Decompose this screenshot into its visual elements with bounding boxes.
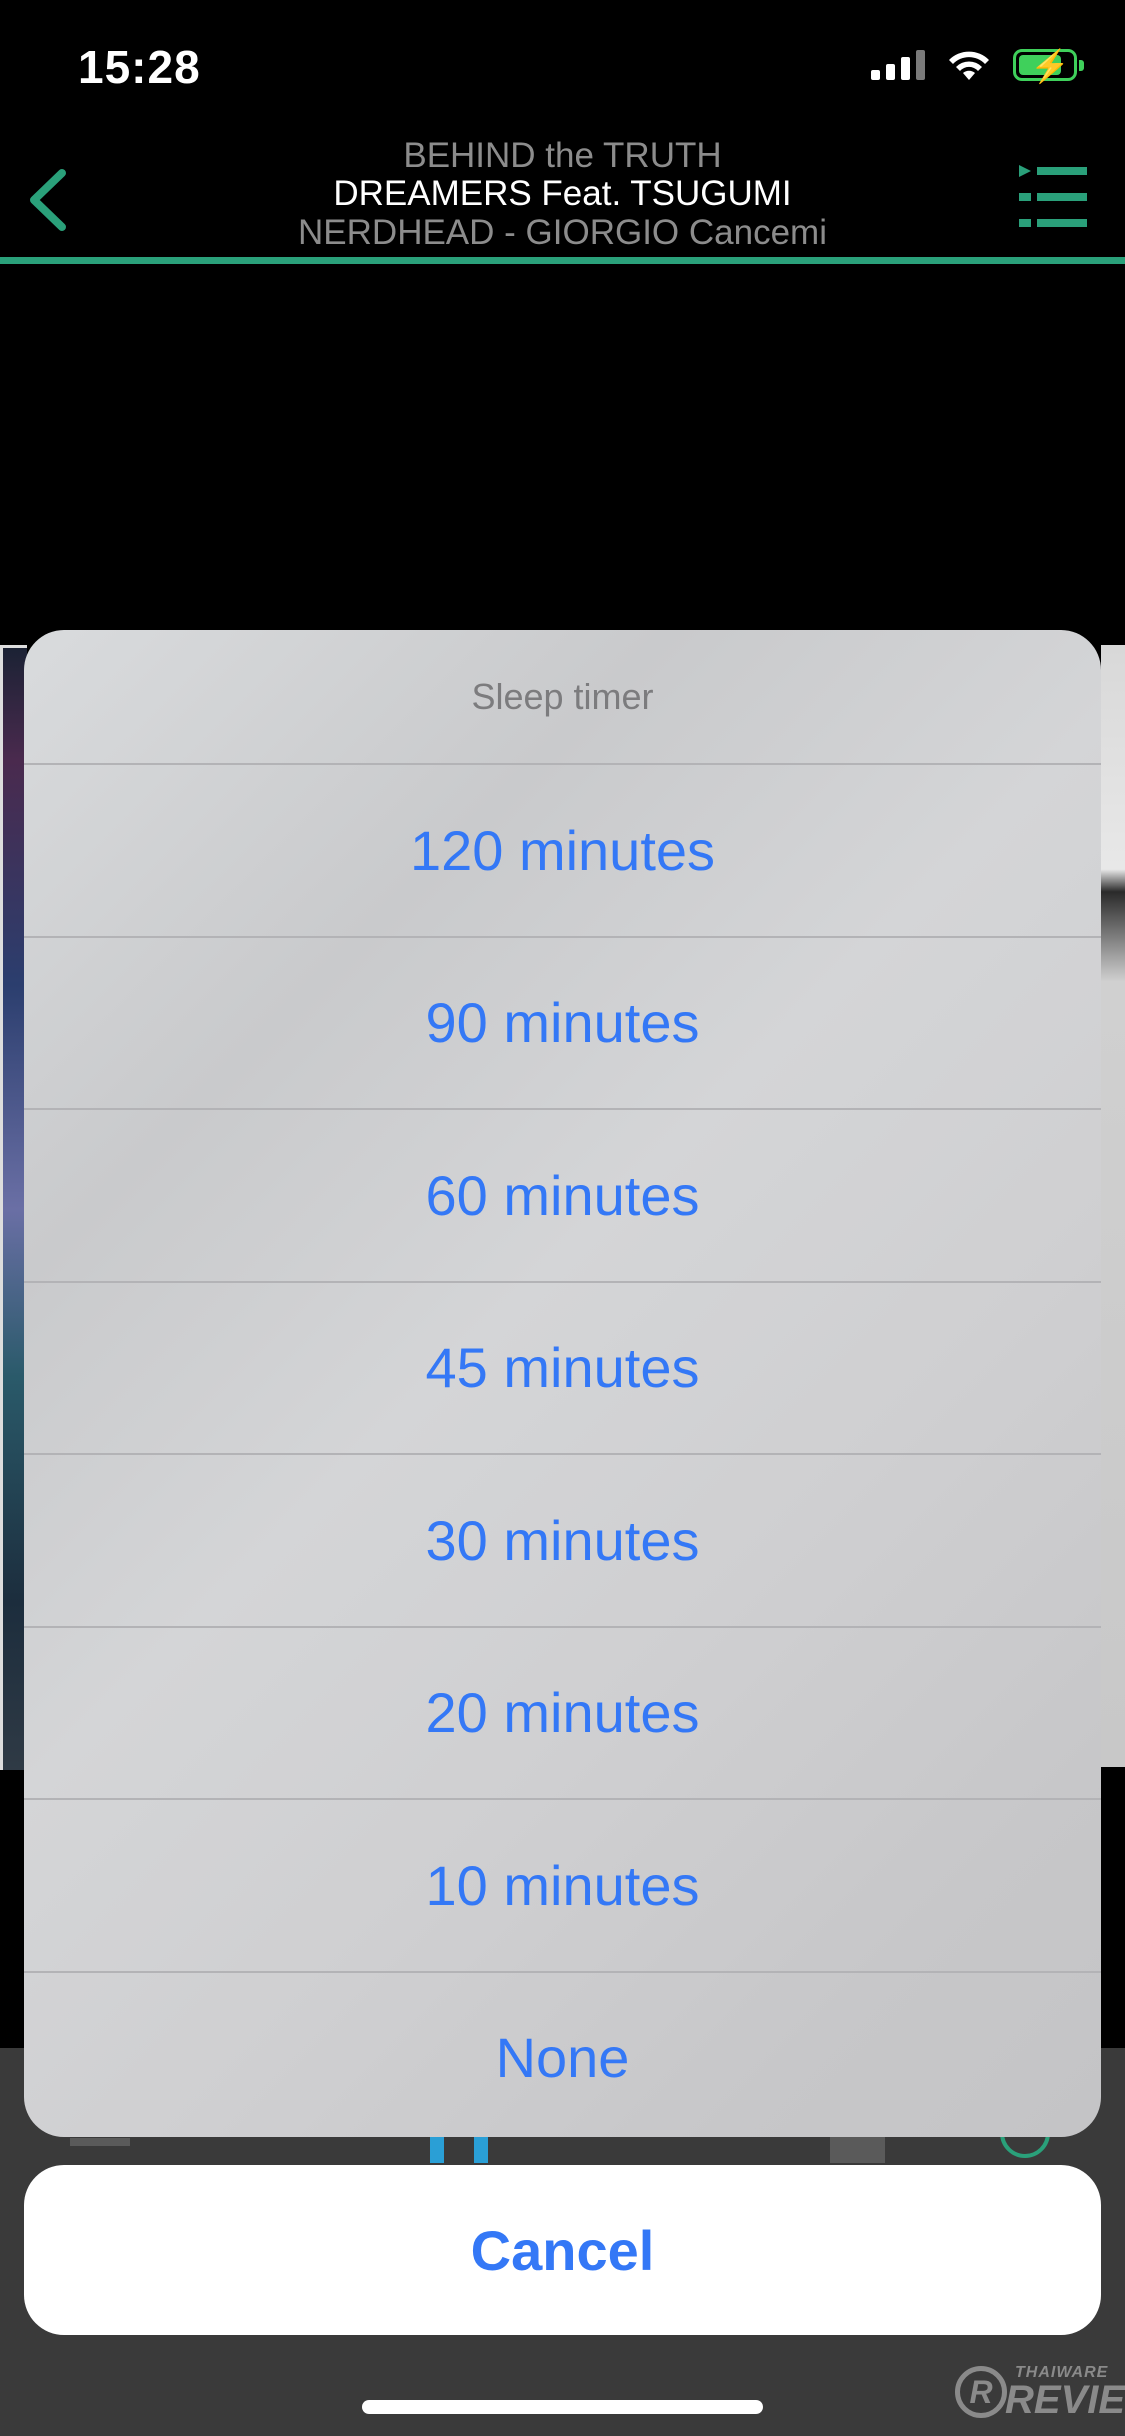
- track-info: BEHIND the TRUTH DREAMERS Feat. TSUGUMI …: [200, 135, 925, 253]
- status-bar: 15:28 ⚡: [0, 0, 1125, 135]
- sheet-title: Sleep timer: [24, 630, 1101, 765]
- option-60-minutes[interactable]: 60 minutes: [24, 1110, 1101, 1283]
- option-45-minutes[interactable]: 45 minutes: [24, 1283, 1101, 1455]
- stop-icon: [830, 2133, 885, 2163]
- album-art-edge-right: [1101, 645, 1125, 1767]
- cancel-button[interactable]: Cancel: [24, 2165, 1101, 2335]
- queue-list-icon[interactable]: [1015, 163, 1089, 231]
- option-90-minutes[interactable]: 90 minutes: [24, 938, 1101, 1110]
- watermark-logo: R THAIWARE REVIEW: [955, 2360, 1125, 2430]
- back-chevron-icon[interactable]: [20, 165, 80, 235]
- signal-icon: [871, 50, 925, 80]
- pause-icon-bar: [474, 2133, 488, 2163]
- track-title: DREAMERS Feat. TSUGUMI: [333, 174, 792, 213]
- album-art-edge-left: [0, 645, 27, 1770]
- wifi-icon: [949, 51, 989, 80]
- artist-name: NERDHEAD - GIORGIO Cancemi: [298, 213, 827, 252]
- status-icons: ⚡: [871, 48, 1084, 84]
- header-accent-line: [0, 257, 1125, 264]
- home-indicator[interactable]: [362, 2400, 763, 2414]
- battery-charging-icon: ⚡: [1013, 48, 1084, 84]
- option-none[interactable]: None: [24, 1973, 1101, 2138]
- now-playing-header: BEHIND the TRUTH DREAMERS Feat. TSUGUMI …: [0, 135, 1125, 260]
- pause-icon: [430, 2133, 444, 2163]
- sleep-timer-action-sheet: Sleep timer 120 minutes 90 minutes 60 mi…: [24, 630, 1101, 2137]
- playlist-icon: [70, 2138, 130, 2146]
- status-time: 15:28: [78, 41, 201, 93]
- option-120-minutes[interactable]: 120 minutes: [24, 765, 1101, 938]
- option-30-minutes[interactable]: 30 minutes: [24, 1455, 1101, 1628]
- option-20-minutes[interactable]: 20 minutes: [24, 1628, 1101, 1800]
- option-10-minutes[interactable]: 10 minutes: [24, 1800, 1101, 1973]
- watermark-big-text: REVIEW: [1005, 2378, 1125, 2422]
- album-name: BEHIND the TRUTH: [403, 136, 722, 175]
- watermark-circle: R: [955, 2366, 1007, 2418]
